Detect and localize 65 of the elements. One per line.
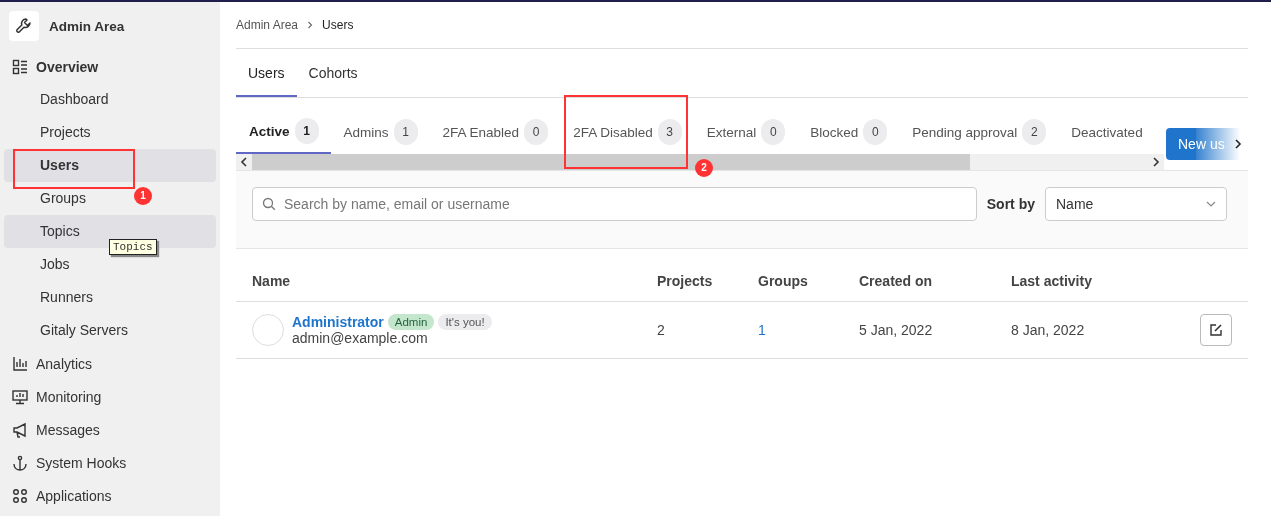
sidebar-item[interactable]: Dashboard	[4, 83, 115, 116]
tooltip: Topics	[109, 239, 157, 255]
count-badge: 2	[1022, 119, 1047, 145]
grid-icon	[12, 487, 28, 504]
breadcrumb-link[interactable]: Admin Area	[236, 18, 299, 32]
edit-icon	[1209, 323, 1223, 337]
groups-link[interactable]: 1	[758, 322, 766, 338]
search-icon	[262, 197, 276, 211]
count-badge: 3	[657, 119, 682, 145]
sidebar-item[interactable]: Users	[4, 149, 216, 182]
column-header: Last activity	[1011, 261, 1160, 302]
sidebar-item[interactable]: Groups	[4, 182, 92, 215]
count-badge: 1	[393, 119, 418, 145]
count-badge: 1	[294, 118, 319, 144]
count-badge: 0	[524, 119, 549, 145]
column-header: Name	[236, 261, 657, 302]
sidebar-item[interactable]: Projects	[4, 116, 97, 149]
table-cell: 5 Jan, 2022	[859, 322, 933, 338]
filter-tab[interactable]: Admins 1	[330, 110, 430, 154]
column-header: Created on	[859, 261, 1011, 302]
search-field[interactable]: Search by name, email or username	[252, 187, 977, 221]
tab[interactable]: Cohorts	[296, 49, 370, 97]
column-header: Projects	[657, 261, 758, 302]
filter-tab[interactable]: Pending approval 2	[899, 110, 1059, 154]
chevron-right-icon[interactable]	[1233, 138, 1243, 150]
user-name-link[interactable]: Administrator	[292, 314, 384, 330]
horizontal-scrollbar[interactable]	[236, 154, 1164, 170]
sidebar-section[interactable]: Applications	[4, 479, 216, 512]
table-cell: 8 Jan, 2022	[1011, 322, 1085, 338]
grid-list-icon	[12, 58, 28, 75]
tab[interactable]: Users	[236, 49, 297, 97]
count-badge: 0	[761, 119, 786, 145]
chevron-down-icon	[1206, 201, 1216, 207]
chevron-right-icon	[306, 21, 315, 29]
sidebar-section[interactable]: Messages	[4, 413, 216, 446]
filter-tab[interactable]: 2FA Enabled 0	[429, 110, 561, 154]
filter-tab[interactable]: External 0	[693, 110, 798, 154]
annotation-number: 1	[134, 187, 152, 205]
edit-button[interactable]	[1200, 314, 1232, 346]
count-badge: 0	[863, 119, 888, 145]
sidebar-section[interactable]: System Hooks	[4, 446, 216, 479]
column-header: Groups	[758, 261, 859, 302]
sidebar-section[interactable]: Monitoring	[4, 380, 216, 413]
sidebar-item[interactable]: Jobs	[4, 248, 76, 281]
filter-tab[interactable]: Deactivated	[1058, 110, 1147, 154]
table-cell: 2	[657, 322, 665, 338]
sidebar-section[interactable]: Overview	[4, 50, 216, 83]
user-badge: It's you!	[438, 314, 492, 330]
scrollbar-thumb[interactable]	[252, 154, 970, 170]
user-badge: Admin	[387, 314, 435, 330]
bar-chart-icon	[12, 355, 28, 372]
filter-tab[interactable]: Blocked 0	[797, 110, 900, 154]
sidebar-title: Admin Area	[49, 18, 125, 34]
filter-tab[interactable]: 2FA Disabled 3	[560, 110, 694, 154]
sidebar-section[interactable]: Analytics	[4, 347, 216, 380]
breadcrumb-link[interactable]: Users	[322, 18, 354, 32]
monitor-icon	[12, 388, 28, 405]
sort-dropdown[interactable]: Name	[1045, 187, 1227, 221]
user-email: admin@example.com	[292, 330, 429, 346]
megaphone-icon	[12, 421, 28, 438]
wrench-icon	[9, 11, 39, 41]
sidebar-item[interactable]: Runners	[4, 281, 99, 314]
sidebar-item[interactable]: Gitaly Servers	[4, 314, 134, 347]
anchor-icon	[12, 454, 28, 471]
sort-label: Sort by	[986, 196, 1035, 212]
